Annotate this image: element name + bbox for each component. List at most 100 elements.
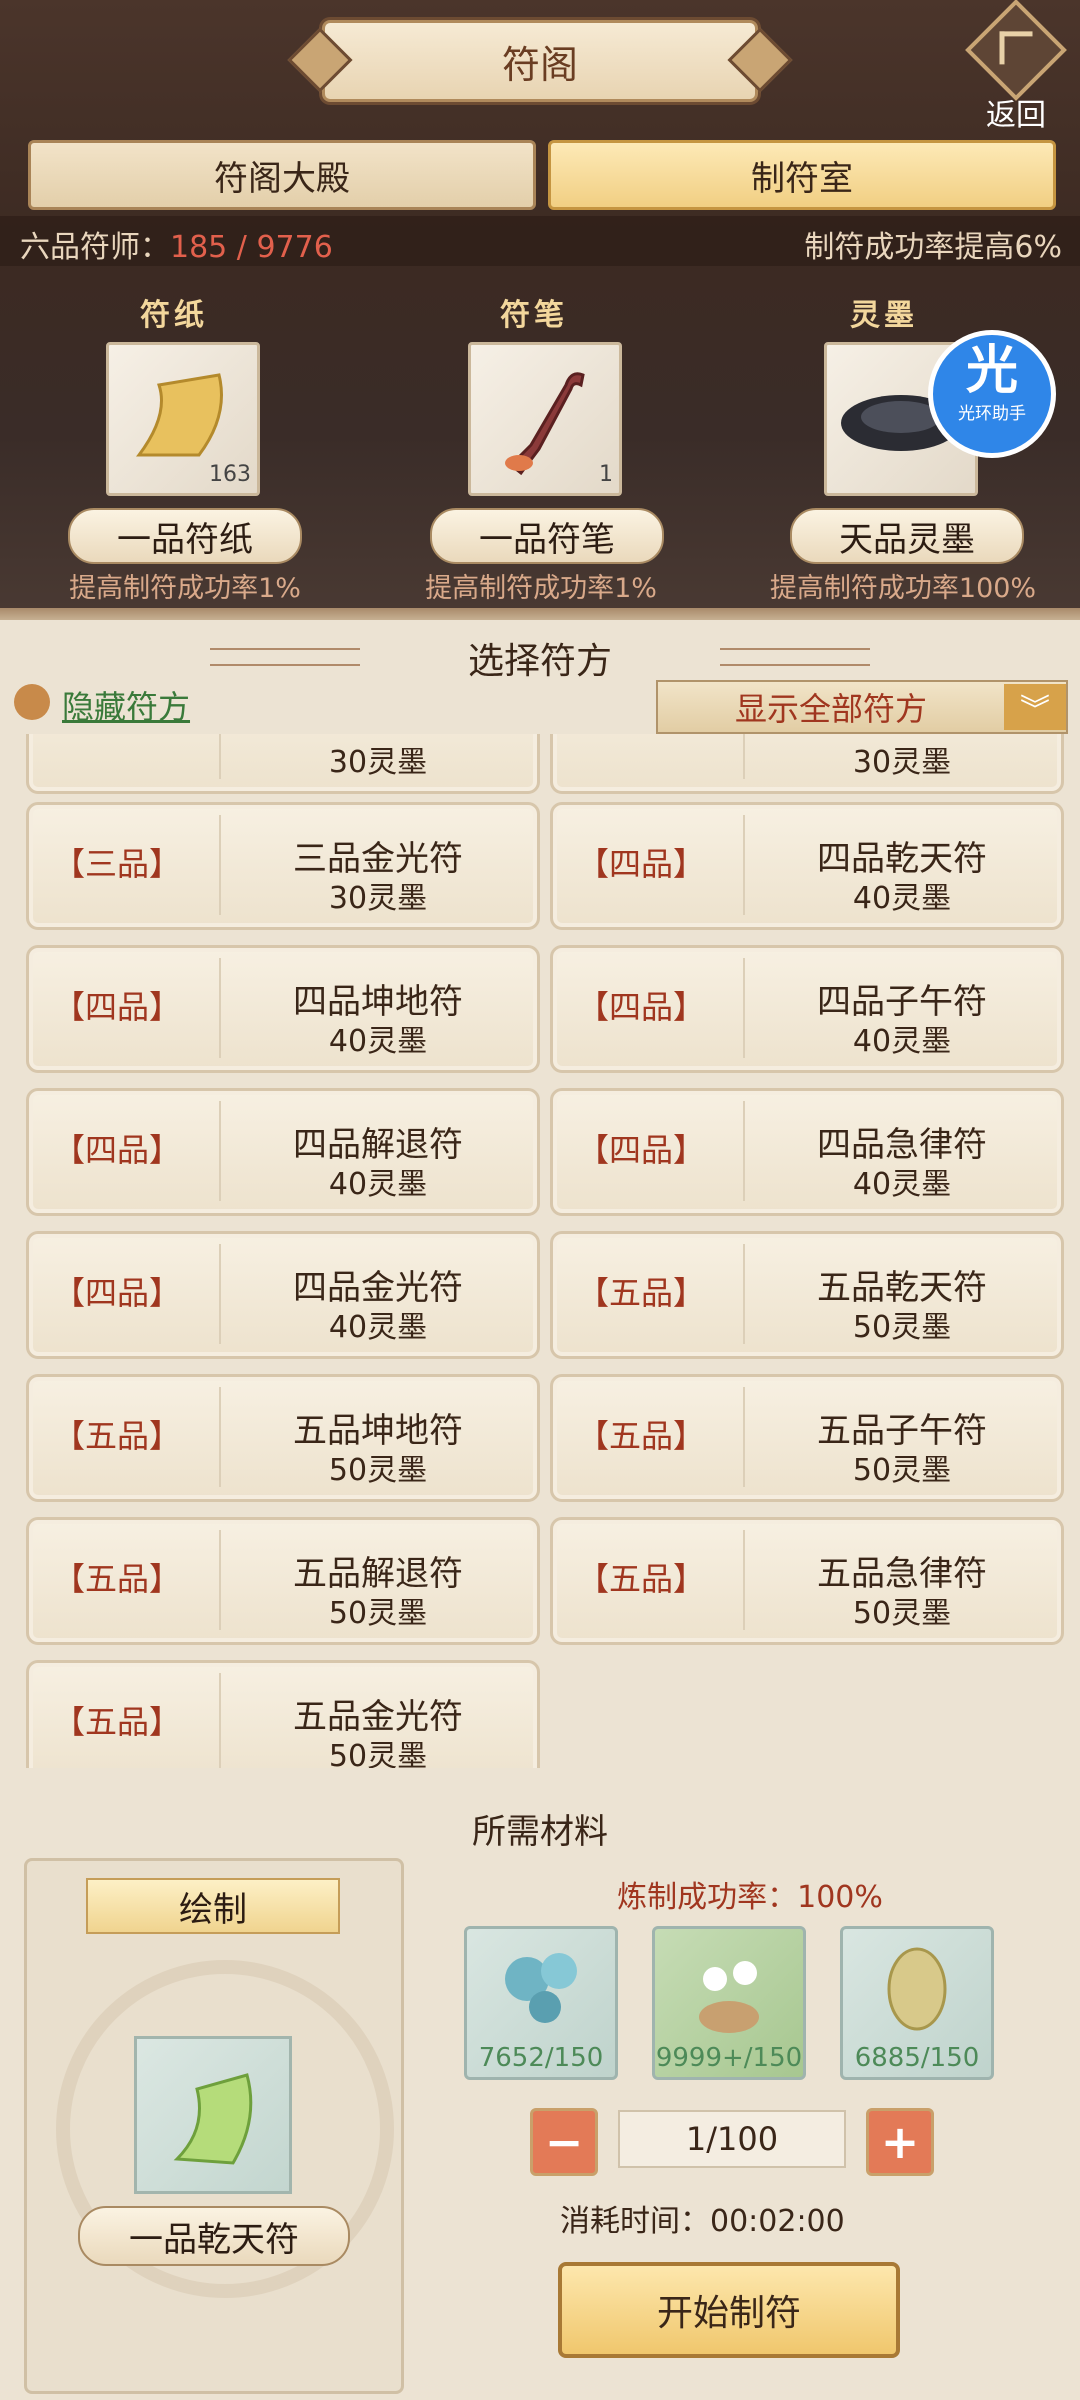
target-talisman-slot[interactable] — [134, 2036, 292, 2194]
recipe-card[interactable]: 【五品】 五品子午符 50灵墨 — [550, 1374, 1064, 1502]
recipe-card[interactable]: 【五品】 五品乾天符 50灵墨 — [550, 1231, 1064, 1359]
recipe-grade: 【四品】 — [577, 845, 706, 883]
recipe-cost: 50灵墨 — [852, 1453, 952, 1488]
recipe-cost: 40灵墨 — [852, 1024, 952, 1059]
herb-slot-2[interactable]: 9999+/150 — [652, 1926, 806, 2080]
recipe-grade: 【五品】 — [577, 1560, 706, 1598]
recipe-cost: 40灵墨 — [852, 881, 952, 916]
recipe-card[interactable]: 30灵墨 — [26, 734, 540, 794]
increase-button[interactable]: + — [866, 2108, 934, 2176]
herb-slot-1[interactable]: 7652/150 — [464, 1926, 618, 2080]
hide-recipe-link[interactable]: 隐藏符方 — [62, 682, 190, 728]
blue-flower-icon — [505, 1953, 577, 2023]
draw-label: 绘制 — [86, 1878, 340, 1934]
assistant-badge-icon: 光 — [965, 341, 1018, 401]
recipe-cost: 50灵墨 — [852, 1596, 952, 1631]
recipe-card[interactable]: 【五品】 五品解退符 50灵墨 — [26, 1517, 540, 1645]
recipe-grade: 【三品】 — [53, 845, 182, 883]
recipe-card[interactable]: 【五品】 五品坤地符 50灵墨 — [26, 1374, 540, 1502]
recipe-grade: 【四品】 — [53, 1274, 182, 1312]
progress-total: 9776 — [256, 230, 333, 265]
herb-slot-3[interactable]: 6885/150 — [840, 1926, 994, 2080]
quantity-display: 1/100 — [618, 2110, 846, 2168]
ornament-left — [210, 648, 360, 666]
recipe-cost: 50灵墨 — [328, 1453, 428, 1488]
brush-slot[interactable]: 1 — [468, 342, 622, 496]
assistant-badge[interactable]: 光 光环助手 — [928, 330, 1056, 458]
assistant-badge-label: 光环助手 — [958, 404, 1026, 424]
recipe-grade: 【五品】 — [53, 1703, 182, 1741]
ink-name: 天品灵墨 — [790, 508, 1024, 564]
recipe-card[interactable]: 【四品】 四品乾天符 40灵墨 — [550, 802, 1064, 930]
recipe-grade: 【四品】 — [577, 988, 706, 1026]
paper-effect: 提高制符成功率1% — [69, 573, 301, 604]
paper-count: 163 — [209, 462, 251, 487]
recipe-cost: 30灵墨 — [852, 745, 952, 780]
recipe-grade: 【四品】 — [53, 988, 182, 1026]
ink-category-label: 灵墨 — [850, 298, 918, 333]
target-talisman-name: 一品乾天符 — [78, 2206, 350, 2266]
recipe-grade: 【五品】 — [577, 1274, 706, 1312]
pinecone-fruit-icon — [887, 1947, 947, 2031]
paper-slot[interactable]: 163 — [106, 342, 260, 496]
recipe-card[interactable]: 【五品】 五品急律符 50灵墨 — [550, 1517, 1064, 1645]
time-cost: 消耗时间：00:02:00 — [560, 2204, 845, 2239]
minus-icon: − — [544, 2115, 584, 2169]
recipe-grade: 【五品】 — [53, 1560, 182, 1598]
recipe-cost: 40灵墨 — [852, 1167, 952, 1202]
recipe-cost: 50灵墨 — [328, 1739, 428, 1768]
paper-name: 一品符纸 — [68, 508, 302, 564]
recipe-card[interactable]: 【四品】 四品坤地符 40灵墨 — [26, 945, 540, 1073]
recipe-grade: 【四品】 — [577, 1131, 706, 1169]
ink-effect: 提高制符成功率100% — [769, 573, 1037, 604]
decrease-button[interactable]: − — [530, 2108, 598, 2176]
page-title-text: 符阁 — [501, 42, 578, 87]
recipe-card[interactable]: 【四品】 四品急律符 40灵墨 — [550, 1088, 1064, 1216]
rank-label: 六品符师： — [20, 230, 170, 265]
paper-category-label: 符纸 — [140, 298, 208, 333]
required-title: 所需材料 — [472, 1812, 608, 1852]
progress-current: 185 — [170, 230, 228, 265]
brush-name: 一品符笔 — [430, 508, 664, 564]
recipe-cost: 50灵墨 — [328, 1596, 428, 1631]
success-bonus: 制符成功率提高6% — [804, 230, 1062, 265]
recipe-cost: 50灵墨 — [852, 1310, 952, 1345]
recipe-filter-value: 显示全部符方 — [734, 690, 927, 728]
brush-effect: 提高制符成功率1% — [425, 573, 657, 604]
progress-separator: / — [227, 230, 257, 265]
recipe-card[interactable]: 【五品】 五品金光符 50灵墨 — [26, 1660, 540, 1768]
recipe-card[interactable]: 【四品】 四品子午符 40灵墨 — [550, 945, 1064, 1073]
recipe-section-title: 选择符方 — [467, 641, 612, 682]
hide-recipe-icon — [14, 684, 50, 720]
brush-category-label: 符笔 — [500, 298, 568, 333]
tab-main-hall[interactable]: 符阁大殿 — [28, 140, 536, 210]
success-rate: 炼制成功率：100% — [617, 1880, 883, 1915]
recipe-filter-dropdown[interactable]: 显示全部符方 ︾ — [656, 680, 1068, 734]
herb-count-1: 7652/150 — [478, 2043, 604, 2073]
brush-icon — [505, 372, 585, 476]
tab-crafting-room[interactable]: 制符室 — [548, 140, 1056, 210]
start-crafting-button[interactable]: 开始制符 — [558, 2262, 900, 2358]
brush-count: 1 — [599, 462, 613, 487]
recipe-grade: 【五品】 — [53, 1417, 182, 1455]
recipe-cost: 30灵墨 — [328, 881, 428, 916]
back-icon — [965, 0, 1067, 101]
recipe-card[interactable]: 30灵墨 — [550, 734, 1064, 794]
back-button[interactable]: 返回 — [962, 0, 1070, 133]
recipe-cost: 30灵墨 — [328, 745, 428, 780]
recipe-card[interactable]: 【三品】 三品金光符 30灵墨 — [26, 802, 540, 930]
talisman-icon — [173, 2073, 253, 2165]
herb-count-3: 6885/150 — [854, 2043, 980, 2073]
page-title: 符阁 — [322, 20, 758, 102]
chevron-down-icon: ︾ — [1004, 684, 1066, 730]
recipe-grade: 【五品】 — [577, 1417, 706, 1455]
recipe-card[interactable]: 【四品】 四品解退符 40灵墨 — [26, 1088, 540, 1216]
plus-icon: + — [880, 2115, 920, 2169]
herb-count-2: 9999+/150 — [655, 2043, 803, 2073]
recipe-card[interactable]: 【四品】 四品金光符 40灵墨 — [26, 1231, 540, 1359]
ornament-right — [720, 648, 870, 666]
recipe-cost: 40灵墨 — [328, 1167, 428, 1202]
recipe-list[interactable]: 30灵墨 30灵墨 【三品】 三品金光符 30灵墨 【四品】 四品乾天符 40灵墨 【四品】 四品… — [0, 734, 1080, 1768]
recipe-cost: 40灵墨 — [328, 1310, 428, 1345]
rank-progress: 六品符师：185 / 9776 — [20, 222, 333, 266]
